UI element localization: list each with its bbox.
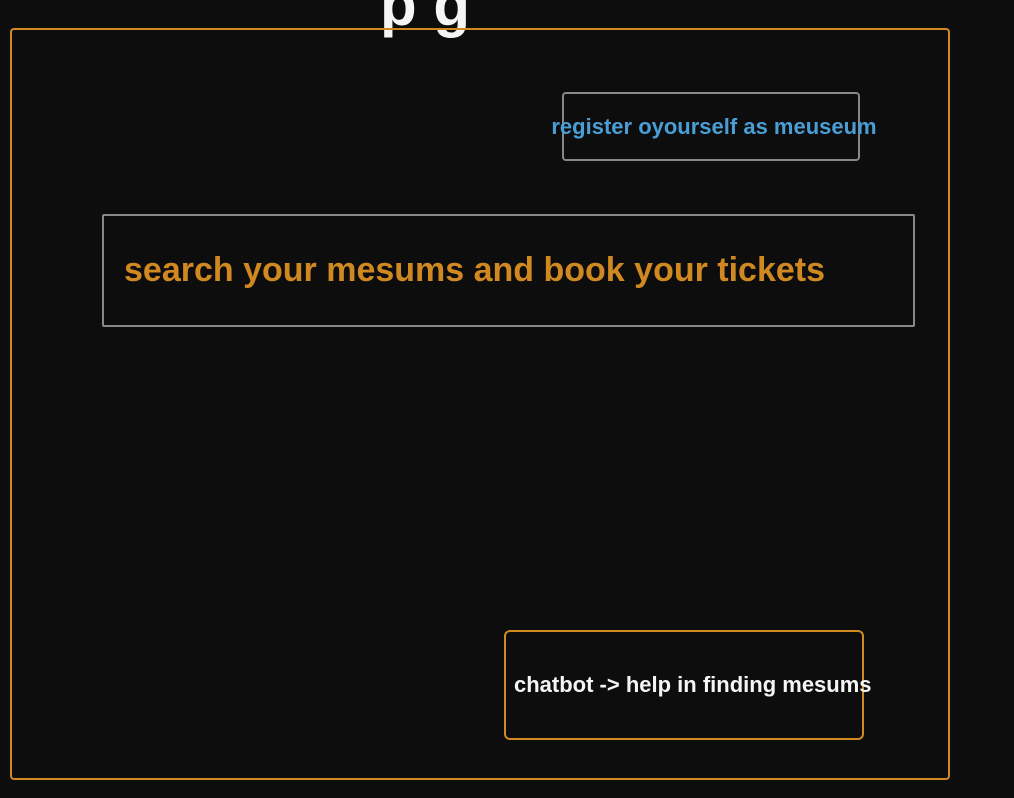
register-museum-button[interactable]: register oyourself as meuseum xyxy=(562,92,860,161)
main-wireframe-container: register oyourself as meuseum chatbot ->… xyxy=(10,28,950,780)
chatbot-button-label: chatbot -> help in finding mesums xyxy=(514,672,872,698)
chatbot-button[interactable]: chatbot -> help in finding mesums xyxy=(504,630,864,740)
search-input[interactable] xyxy=(102,214,915,327)
register-button-label: register oyourself as meuseum xyxy=(551,114,876,140)
